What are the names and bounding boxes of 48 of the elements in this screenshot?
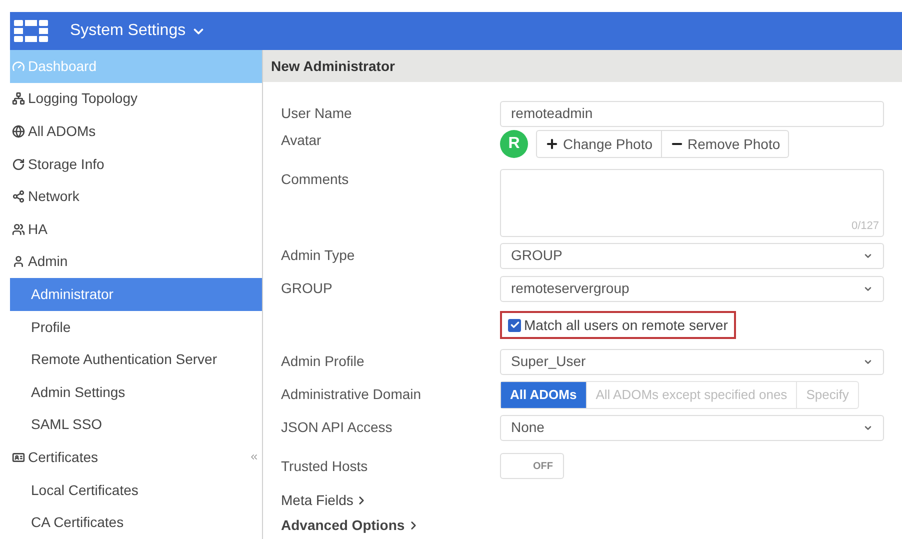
sidebar-item[interactable]: Logging Topology (10, 82, 262, 116)
sidebar-item[interactable]: Remote Authentication Server (10, 343, 262, 376)
sidebar-item[interactable]: All ADOMs (10, 115, 262, 148)
user-name-field[interactable]: remoteadmin (500, 100, 884, 126)
expand-link[interactable]: Advanced Options (281, 513, 902, 538)
sidebar-item[interactable]: Network (10, 180, 262, 213)
topology-icon (12, 92, 25, 106)
field-label: Administrative Domain (281, 385, 422, 404)
sidebar-item[interactable]: SAML SSO (10, 408, 262, 442)
toggle-switch[interactable]: OFF (500, 453, 564, 479)
change-photo-button[interactable]: Change Photo (537, 131, 661, 157)
system-settings-menu[interactable]: System Settings (70, 19, 206, 43)
domain-option-button[interactable]: All ADOMs (501, 382, 586, 408)
field-label: GROUP (281, 279, 334, 298)
dropdown-field[interactable]: remoteservergroup (500, 276, 884, 302)
user-icon (12, 255, 25, 268)
gauge-icon (12, 60, 25, 73)
dropdown-field[interactable]: GROUP (500, 242, 884, 268)
sidebar-item[interactable]: Certificates (10, 441, 262, 474)
sidebar-item[interactable]: Admin Settings (10, 376, 262, 409)
sidebar-item[interactable]: HA (10, 212, 262, 246)
sidebar-item[interactable]: CA Certificates (10, 506, 262, 539)
sidebar-item[interactable]: Admin (10, 246, 262, 278)
plus-icon (545, 137, 559, 151)
field-label: User Name (281, 104, 353, 123)
match-users-checkbox[interactable]: Match all users on remote server (500, 311, 736, 339)
field-label: JSON API Access (281, 418, 394, 437)
character-counter: 0/127 (851, 218, 879, 234)
circular-arrow-icon (12, 158, 25, 171)
field-label: Trusted Hosts (281, 456, 369, 476)
expand-link[interactable]: Meta Fields (281, 488, 902, 513)
sidebar-item[interactable]: Administrator (10, 278, 262, 311)
sidebar-item[interactable]: Profile (10, 310, 262, 344)
field-label: Admin Type (281, 246, 356, 265)
sidebar-item[interactable]: Storage Info (10, 148, 262, 180)
collapse-icon[interactable] (249, 452, 259, 462)
remove-photo-button[interactable]: Remove Photo (660, 131, 788, 157)
card-icon (12, 450, 25, 464)
network-icon (12, 190, 25, 204)
panel-title-bar: New Administrator (263, 50, 902, 82)
field-label: Comments (281, 170, 350, 189)
dropdown-field[interactable]: Super_User (500, 348, 884, 374)
dropdown-field[interactable]: None (500, 414, 884, 440)
sidebar-item[interactable]: Local Certificates (10, 474, 262, 506)
field-label: Avatar (281, 131, 322, 150)
logo-icon (14, 20, 48, 42)
globe-icon (12, 124, 25, 138)
field-label: Admin Profile (281, 352, 366, 371)
